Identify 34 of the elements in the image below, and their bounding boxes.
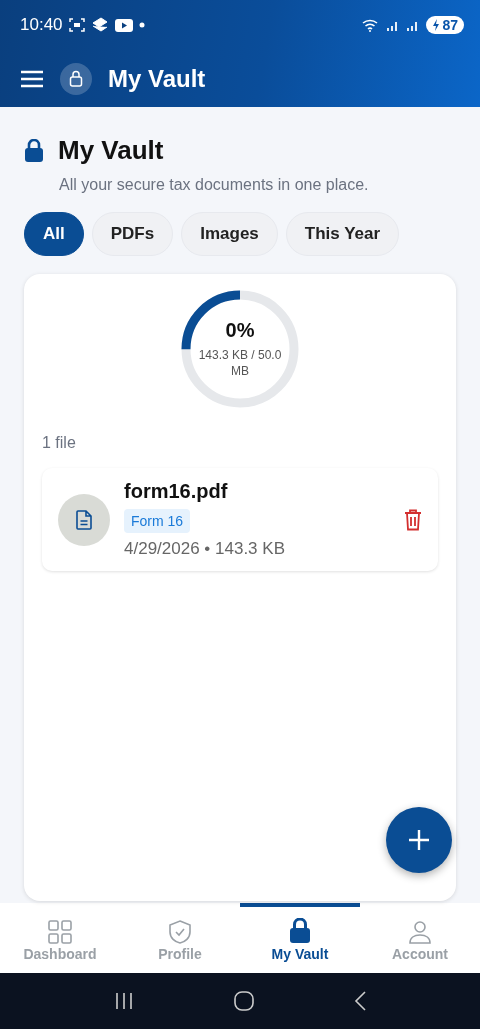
video-icon [114,18,133,32]
document-tag: Form 16 [124,509,191,533]
back-icon[interactable] [354,991,366,1011]
recent-apps-icon[interactable] [114,992,134,1010]
lock-icon [24,138,44,163]
delete-icon[interactable] [404,508,422,531]
filter-chip[interactable]: All [24,212,84,256]
filter-chip[interactable]: PDFs [91,212,174,256]
file-card[interactable]: form16.pdf Form 16 4/29/2026 • 143.3 KB [42,468,438,571]
home-icon[interactable] [234,991,254,1011]
screenshot-icon [68,18,85,32]
storage-percent: 0% [225,318,255,342]
page-subtitle: All your secure tax documents in one place. [59,176,370,194]
lock-icon [60,62,92,95]
storage-usage: 143.3 KB / 50.0 MB [197,347,283,380]
filter-chip[interactable]: Images [181,212,278,256]
grid-icon [48,918,72,944]
shield-check-icon [168,918,192,944]
file-name: form16.pdf [124,480,228,503]
battery-indicator: 87 [426,16,464,34]
person-icon [408,918,432,944]
app-title: My Vault [108,64,206,93]
page-title: My Vault [58,135,164,166]
status-time: 10:40 [20,15,63,35]
add-button[interactable] [386,807,452,873]
filter-chip[interactable]: This Year [285,212,400,256]
file-meta: 4/29/2026 • 143.3 KB [124,539,285,559]
lock-icon [289,918,311,944]
file-count: 1 file [42,434,77,452]
app-icon [90,17,109,33]
document-icon [58,493,110,546]
menu-icon[interactable] [20,69,44,88]
notification-dot-icon [138,22,145,28]
plus-icon [407,828,431,852]
